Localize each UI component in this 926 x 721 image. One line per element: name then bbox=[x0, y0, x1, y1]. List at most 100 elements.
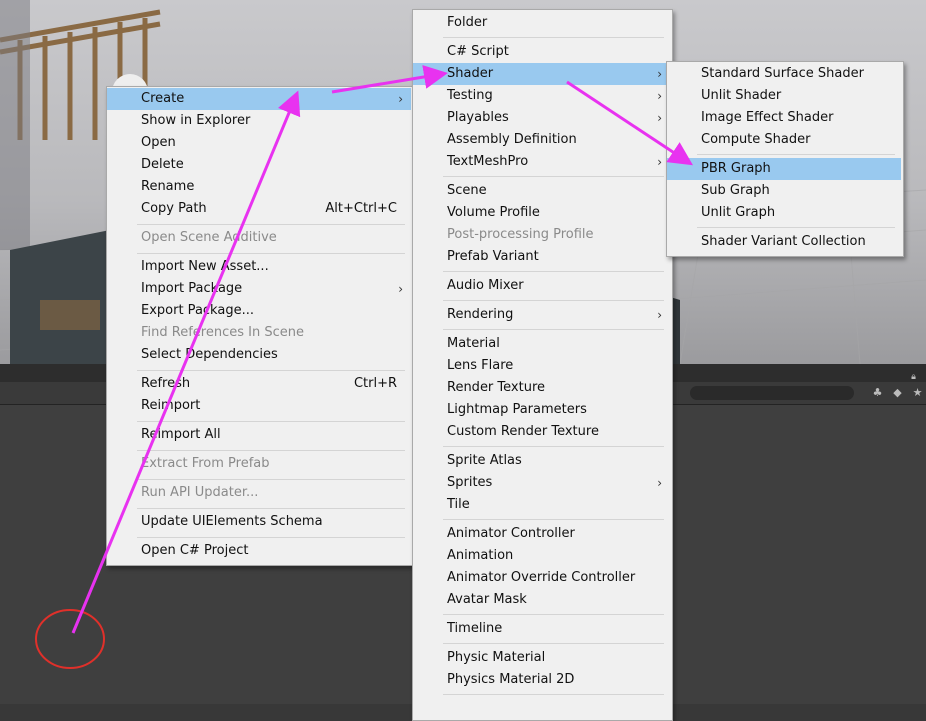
menu2-item-playables[interactable]: Playables › bbox=[413, 107, 670, 129]
chevron-right-icon: › bbox=[657, 67, 662, 81]
menu1-item-open-c-project[interactable]: Open C# Project bbox=[107, 540, 411, 562]
menu2-item-material[interactable]: Material bbox=[413, 333, 670, 355]
shortcut-label: Ctrl+R bbox=[353, 376, 397, 391]
menu2-item-volume-profile[interactable]: Volume Profile bbox=[413, 202, 670, 224]
menu2-item-timeline[interactable]: Timeline bbox=[413, 618, 670, 640]
menu3-item-standard-surface-shader[interactable]: Standard Surface Shader bbox=[667, 63, 901, 85]
menu-item-label: Show in Explorer bbox=[141, 113, 251, 128]
menu-item-label: Copy Path bbox=[141, 201, 207, 216]
menu2-item-testing[interactable]: Testing › bbox=[413, 85, 670, 107]
menu-item-label: Custom Render Texture bbox=[447, 424, 599, 439]
menu-item-label: Timeline bbox=[447, 621, 503, 636]
menu-item-label: Update UIElements Schema bbox=[141, 514, 323, 529]
menu2-item-post-processing-profile[interactable]: Post-processing Profile bbox=[413, 224, 670, 246]
menu-item-label: Open C# Project bbox=[141, 543, 249, 558]
menu-item-label: Animator Override Controller bbox=[447, 570, 636, 585]
menu-item-label: Open Scene Additive bbox=[141, 230, 277, 245]
menu-item-label: Unlit Shader bbox=[701, 88, 782, 103]
chevron-right-icon: › bbox=[657, 308, 662, 322]
menu3-item-unlit-shader[interactable]: Unlit Shader bbox=[667, 85, 901, 107]
menu1-item-reimport-all[interactable]: Reimport All bbox=[107, 424, 411, 446]
menu2-item-assembly-definition[interactable]: Assembly Definition bbox=[413, 129, 670, 151]
menu1-item-export-package[interactable]: Export Package... bbox=[107, 300, 411, 322]
menu2-item-shader[interactable]: Shader › bbox=[413, 63, 670, 85]
star-icon[interactable]: ★ bbox=[910, 386, 925, 400]
menu2-item-lens-flare[interactable]: Lens Flare bbox=[413, 355, 670, 377]
chevron-right-icon: › bbox=[398, 92, 403, 106]
shader-submenu: Standard Surface Shader Unlit Shader Image… bbox=[666, 61, 904, 257]
menu-item-label: Sprite Atlas bbox=[447, 453, 522, 468]
menu-item-label: Scene bbox=[447, 183, 487, 198]
menu1-item-refresh[interactable]: Refresh Ctrl+R bbox=[107, 373, 411, 395]
menu-item-label: Animation bbox=[447, 548, 514, 563]
menu-item-label: Volume Profile bbox=[447, 205, 540, 220]
menu1-item-copy-path[interactable]: Copy Path Alt+Ctrl+C bbox=[107, 198, 411, 220]
menu2-item-tile[interactable]: Tile bbox=[413, 494, 670, 516]
menu-item-label: Audio Mixer bbox=[447, 278, 524, 293]
menu-separator bbox=[443, 694, 664, 695]
menu1-item-rename[interactable]: Rename bbox=[107, 176, 411, 198]
menu1-item-import-package[interactable]: Import Package › bbox=[107, 278, 411, 300]
menu1-item-reimport[interactable]: Reimport bbox=[107, 395, 411, 417]
filter-icon[interactable]: ♣ bbox=[870, 386, 885, 400]
menu-item-label: Lightmap Parameters bbox=[447, 402, 587, 417]
menu3-item-pbr-graph[interactable]: PBR Graph bbox=[667, 158, 901, 180]
menu-item-label: Open bbox=[141, 135, 176, 150]
menu-item-label: TextMeshPro bbox=[447, 154, 529, 169]
menu-item-label: Physic Material bbox=[447, 650, 546, 665]
menu-item-label: Shader bbox=[447, 66, 494, 81]
menu2-item-lightmap-parameters[interactable]: Lightmap Parameters bbox=[413, 399, 670, 421]
menu2-item-animation[interactable]: Animation bbox=[413, 545, 670, 567]
search-field[interactable] bbox=[690, 386, 854, 400]
menu2-item-custom-render-texture[interactable]: Custom Render Texture bbox=[413, 421, 670, 443]
menu1-item-delete[interactable]: Delete bbox=[107, 154, 411, 176]
menu2-item-audio-mixer[interactable]: Audio Mixer bbox=[413, 275, 670, 297]
menu1-item-open[interactable]: Open bbox=[107, 132, 411, 154]
menu-item-label: Find References In Scene bbox=[141, 325, 304, 340]
menu2-item-avatar-mask[interactable]: Avatar Mask bbox=[413, 589, 670, 611]
create-submenu: Folder C# Script Shader › Testing › Playables ›… bbox=[412, 9, 673, 721]
menu1-item-extract-from-prefab[interactable]: Extract From Prefab bbox=[107, 453, 411, 475]
menu1-item-show-in-explorer[interactable]: Show in Explorer bbox=[107, 110, 411, 132]
menu1-item-select-dependencies[interactable]: Select Dependencies bbox=[107, 344, 411, 366]
menu3-item-unlit-graph[interactable]: Unlit Graph bbox=[667, 202, 901, 224]
menu-separator bbox=[443, 176, 664, 177]
menu2-item-sprite-atlas[interactable]: Sprite Atlas bbox=[413, 450, 670, 472]
menu-item-label: Testing bbox=[447, 88, 493, 103]
menu-separator bbox=[137, 224, 405, 225]
menu-item-label: Rename bbox=[141, 179, 195, 194]
menu2-item-physics-material-2d[interactable]: Physics Material 2D bbox=[413, 669, 670, 691]
tag-icon[interactable]: ◆ bbox=[890, 386, 905, 400]
menu2-item-animator-override-controller[interactable]: Animator Override Controller bbox=[413, 567, 670, 589]
menu-item-label: Export Package... bbox=[141, 303, 254, 318]
menu2-item-animator-controller[interactable]: Animator Controller bbox=[413, 523, 670, 545]
lock-icon[interactable]: 🔒︎ bbox=[906, 370, 921, 384]
menu2-item-sprites[interactable]: Sprites › bbox=[413, 472, 670, 494]
menu1-item-find-references-in-scene[interactable]: Find References In Scene bbox=[107, 322, 411, 344]
menu-separator bbox=[443, 446, 664, 447]
menu2-item-folder[interactable]: Folder bbox=[413, 12, 670, 34]
menu2-item-prefab-variant[interactable]: Prefab Variant bbox=[413, 246, 670, 268]
menu3-item-image-effect-shader[interactable]: Image Effect Shader bbox=[667, 107, 901, 129]
menu3-item-shader-variant-collection[interactable]: Shader Variant Collection bbox=[667, 231, 901, 253]
menu3-item-sub-graph[interactable]: Sub Graph bbox=[667, 180, 901, 202]
menu3-item-compute-shader[interactable]: Compute Shader bbox=[667, 129, 901, 151]
menu2-item-c-script[interactable]: C# Script bbox=[413, 41, 670, 63]
menu1-item-create[interactable]: Create › bbox=[107, 88, 411, 110]
chevron-right-icon: › bbox=[657, 111, 662, 125]
menu1-item-import-new-asset[interactable]: Import New Asset... bbox=[107, 256, 411, 278]
menu1-item-open-scene-additive[interactable]: Open Scene Additive bbox=[107, 227, 411, 249]
menu1-item-update-uielements-schema[interactable]: Update UIElements Schema bbox=[107, 511, 411, 533]
menu2-item-scene[interactable]: Scene bbox=[413, 180, 670, 202]
menu2-item-render-texture[interactable]: Render Texture bbox=[413, 377, 670, 399]
menu-separator bbox=[137, 479, 405, 480]
menu-item-label: Tile bbox=[447, 497, 470, 512]
menu-item-label: Unlit Graph bbox=[701, 205, 776, 220]
menu-item-label: Run API Updater... bbox=[141, 485, 259, 500]
menu2-item-physic-material[interactable]: Physic Material bbox=[413, 647, 670, 669]
menu2-item-rendering[interactable]: Rendering › bbox=[413, 304, 670, 326]
menu2-item-textmeshpro[interactable]: TextMeshPro › bbox=[413, 151, 670, 173]
menu-separator bbox=[443, 519, 664, 520]
menu1-item-run-api-updater[interactable]: Run API Updater... bbox=[107, 482, 411, 504]
menu-separator bbox=[443, 300, 664, 301]
